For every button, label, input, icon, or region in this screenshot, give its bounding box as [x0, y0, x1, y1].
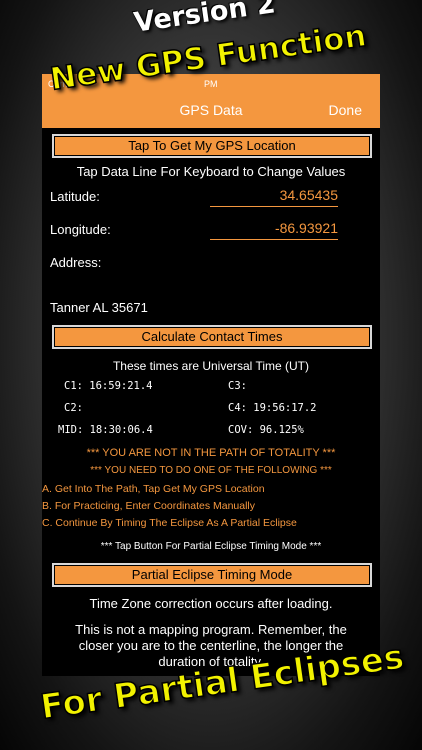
status-time: PM — [204, 79, 218, 89]
address-label: Address: — [50, 255, 102, 270]
latitude-label: Latitude: — [50, 189, 100, 204]
contact-coverage: COV: 96.125% — [228, 424, 304, 436]
calculate-contact-times-button[interactable]: Calculate Contact Times — [52, 325, 372, 349]
timezone-note: Time Zone correction occurs after loadin… — [89, 596, 333, 611]
instructions-text: Tap Data Line For Keyboard to Change Val… — [76, 164, 346, 179]
latitude-field[interactable]: 34.65435 — [210, 184, 338, 207]
option-b: B. For Practicing, Enter Coordinates Man… — [42, 500, 256, 512]
longitude-label: Longitude: — [50, 222, 111, 237]
warning-not-in-path: *** YOU ARE NOT IN THE PATH OF TOTALITY … — [86, 447, 336, 459]
warning-do-following: *** YOU NEED TO DO ONE OF THE FOLLOWING … — [90, 465, 332, 476]
option-a: A. Get Into The Path, Tap Get My GPS Loc… — [42, 483, 265, 495]
contact-c3: C3: — [228, 380, 247, 392]
contact-c1: C1: 16:59:21.4 — [64, 380, 153, 392]
done-button[interactable]: Done — [329, 102, 362, 118]
times-note: These times are Universal Time (UT) — [112, 359, 310, 373]
contact-mid: MID: 18:30:06.4 — [58, 424, 153, 436]
tap-note: *** Tap Button For Partial Eclipse Timin… — [100, 541, 322, 552]
phone-screen: Carrier ◔ PM GPS Data Done Tap To Get My… — [42, 74, 380, 676]
address-value: Tanner AL 35671 — [50, 300, 148, 315]
option-c: C. Continue By Timing The Eclipse As A P… — [42, 517, 297, 529]
longitude-field[interactable]: -86.93921 — [210, 217, 338, 240]
contact-c2: C2: — [64, 402, 83, 414]
get-gps-location-button[interactable]: Tap To Get My GPS Location — [52, 134, 372, 158]
contact-c4: C4: 19:56:17.2 — [228, 402, 317, 414]
partial-eclipse-timing-button[interactable]: Partial Eclipse Timing Mode — [52, 563, 372, 587]
